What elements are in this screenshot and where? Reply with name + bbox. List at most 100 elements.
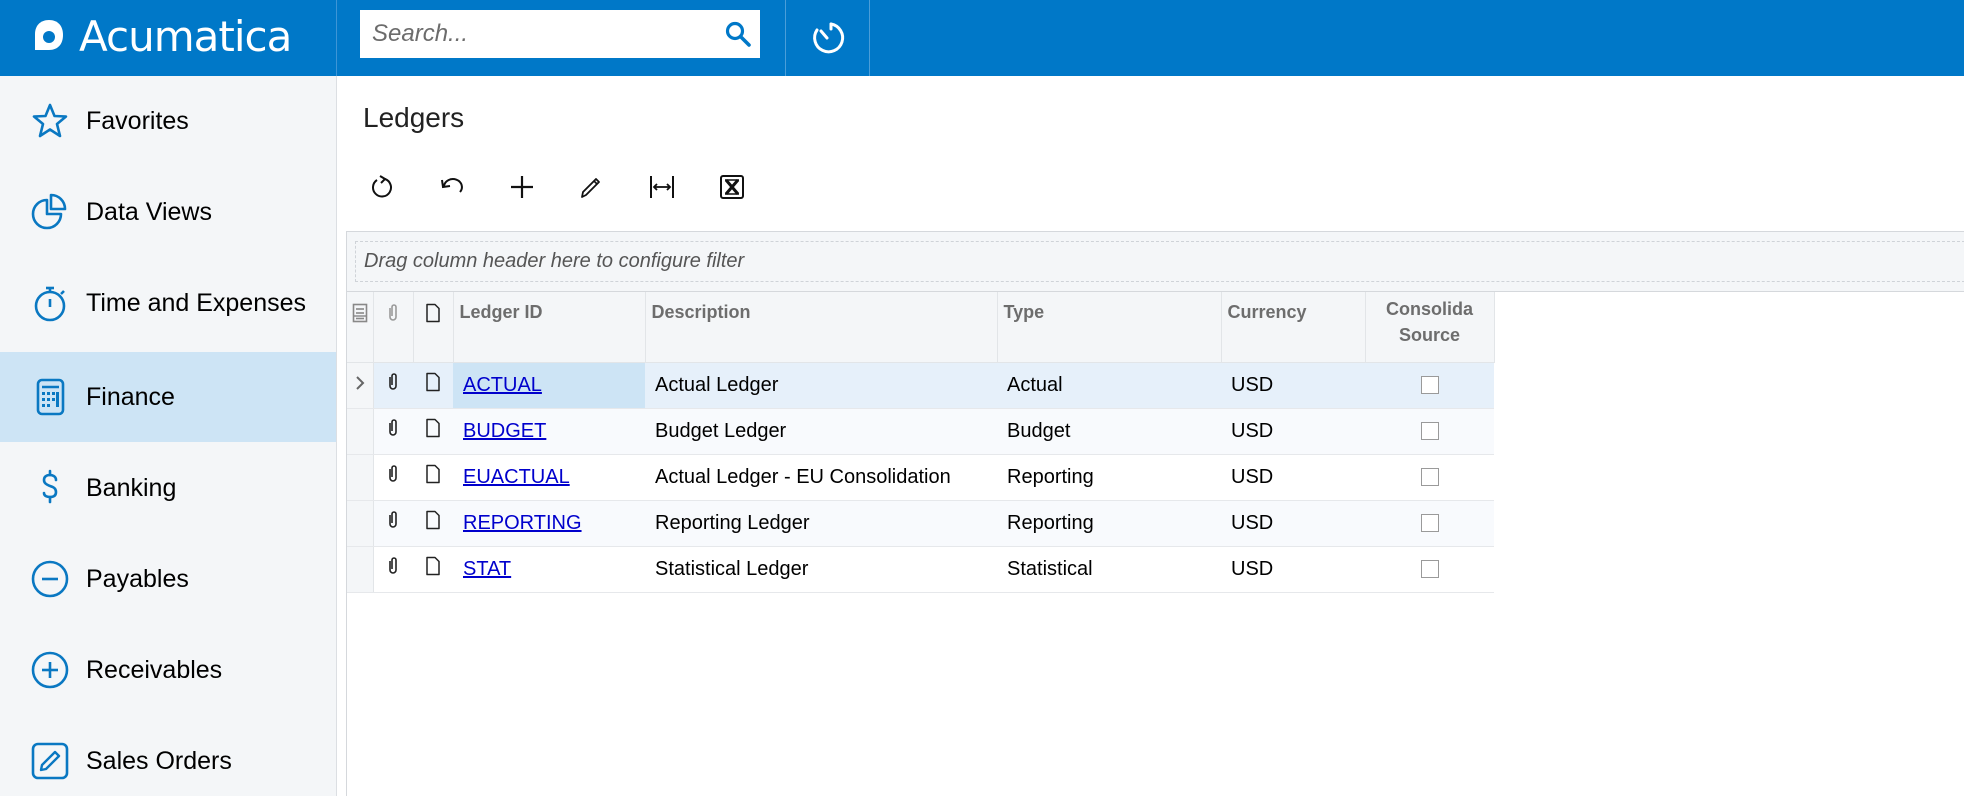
sidebar-item-payables[interactable]: Payables (0, 534, 336, 624)
row-attachment-cell[interactable] (373, 362, 413, 409)
row-note-cell[interactable] (413, 454, 453, 501)
ledger-id-link[interactable]: BUDGET (463, 420, 546, 442)
row-indicator[interactable] (347, 500, 374, 547)
currency-cell: USD (1221, 408, 1365, 455)
sidebar-item-sales-orders[interactable]: Sales Orders (0, 716, 336, 806)
undo-button[interactable] (432, 166, 472, 208)
ledger-id-link[interactable]: STAT (463, 558, 511, 580)
consolidation-source-checkbox[interactable] (1420, 514, 1439, 533)
table-row[interactable]: EUACTUAL Actual Ledger - EU Consolidatio… (347, 454, 1494, 501)
recent-history-button[interactable] (786, 0, 869, 76)
consolidation-source-cell (1365, 362, 1494, 409)
note-icon (426, 304, 440, 323)
ledger-id-link[interactable]: ACTUAL (463, 374, 542, 396)
paperclip-icon (389, 419, 398, 436)
table-row[interactable]: BUDGET Budget Ledger Budget USD (347, 408, 1494, 455)
sidebar: Favorites Data Views Time and Expenses F… (0, 76, 337, 796)
row-note-cell[interactable] (413, 500, 453, 547)
table-row[interactable]: ACTUAL Actual Ledger Actual USD (347, 362, 1494, 409)
row-note-cell[interactable] (413, 408, 453, 455)
sidebar-item-finance[interactable]: Finance (0, 352, 336, 442)
edit-button[interactable] (571, 166, 611, 208)
brand-logo[interactable]: Acumatica (0, 0, 337, 76)
add-button[interactable] (502, 166, 542, 208)
consolidation-source-checkbox[interactable] (1420, 560, 1439, 579)
fit-columns-button[interactable] (642, 166, 682, 208)
main-content: Ledgers Drag column header here to confi… (338, 76, 1964, 796)
table-header-row: Ledger ID Description Type Currency Cons… (347, 292, 1495, 363)
acumatica-logo-icon (35, 20, 63, 50)
fit-columns-icon (650, 176, 674, 198)
note-icon (426, 510, 440, 530)
sidebar-item-receivables[interactable]: Receivables (0, 625, 336, 715)
column-header-type[interactable]: Type (997, 292, 1222, 363)
column-header-ledger-id[interactable]: Ledger ID (453, 292, 646, 363)
export-excel-button[interactable] (712, 166, 752, 208)
undo-icon (441, 178, 463, 193)
ledger-id-cell: ACTUAL (453, 362, 645, 409)
note-icon (426, 418, 440, 438)
filter-drop-zone[interactable]: Drag column header here to configure fil… (355, 241, 1964, 282)
note-icon (426, 464, 440, 484)
attachments-column-header[interactable] (373, 292, 414, 363)
brand-name: Acumatica (79, 12, 292, 61)
table-row[interactable]: STAT Statistical Ledger Statistical USD (347, 546, 1494, 593)
row-indicator[interactable] (347, 408, 374, 455)
search-icon[interactable] (724, 20, 752, 48)
type-cell: Reporting (997, 500, 1221, 547)
edit-square-icon (28, 739, 72, 783)
row-indicator[interactable] (347, 454, 374, 501)
star-icon (28, 99, 72, 143)
description-cell: Actual Ledger (645, 362, 997, 409)
ledgers-table: Ledger ID Description Type Currency Cons… (347, 292, 1495, 593)
column-header-description[interactable]: Description (645, 292, 998, 363)
row-attachment-cell[interactable] (373, 546, 413, 593)
ledger-id-cell: EUACTUAL (453, 454, 645, 501)
paperclip-icon (389, 465, 398, 482)
search-input[interactable] (360, 10, 710, 58)
note-icon (426, 372, 440, 392)
row-indicator[interactable] (347, 546, 374, 593)
consolidation-source-checkbox[interactable] (1420, 376, 1439, 395)
notes-column-header[interactable] (413, 292, 454, 363)
stopwatch-icon (28, 281, 72, 325)
row-indicator[interactable] (347, 362, 374, 409)
consolidation-source-cell (1365, 546, 1494, 593)
description-cell: Reporting Ledger (645, 500, 997, 547)
row-note-cell[interactable] (413, 546, 453, 593)
row-attachment-cell[interactable] (373, 454, 413, 501)
refresh-button[interactable] (362, 166, 402, 208)
sidebar-item-time-and-expenses[interactable]: Time and Expenses (0, 258, 336, 348)
dollar-icon (28, 466, 72, 510)
consolidation-source-cell (1365, 454, 1494, 501)
search-box[interactable] (360, 10, 760, 58)
table-row[interactable]: REPORTING Reporting Ledger Reporting USD (347, 500, 1494, 547)
refresh-icon (372, 175, 392, 198)
row-note-cell[interactable] (413, 362, 453, 409)
description-cell: Statistical Ledger (645, 546, 997, 593)
column-header-currency[interactable]: Currency (1221, 292, 1366, 363)
ledger-id-cell: BUDGET (453, 408, 645, 455)
paperclip-icon (389, 304, 397, 321)
note-icon (426, 556, 440, 576)
currency-cell: USD (1221, 362, 1365, 409)
description-cell: Actual Ledger - EU Consolidation (645, 454, 997, 501)
export-excel-icon (720, 175, 744, 199)
row-attachment-cell[interactable] (373, 500, 413, 547)
column-selector-header[interactable] (347, 292, 374, 363)
sidebar-item-favorites[interactable]: Favorites (0, 76, 336, 166)
ledger-id-link[interactable]: EUACTUAL (463, 466, 570, 488)
consolidation-source-checkbox[interactable] (1420, 468, 1439, 487)
paperclip-icon (389, 557, 398, 574)
ledger-id-link[interactable]: REPORTING (463, 512, 582, 534)
description-cell: Budget Ledger (645, 408, 997, 455)
sidebar-item-banking[interactable]: Banking (0, 443, 336, 533)
column-header-consolidation-source[interactable]: Consolida Source (1365, 292, 1495, 363)
currency-cell: USD (1221, 500, 1365, 547)
sidebar-item-data-views[interactable]: Data Views (0, 167, 336, 257)
consolidation-source-checkbox[interactable] (1420, 422, 1439, 441)
page-title: Ledgers (363, 102, 465, 133)
row-attachment-cell[interactable] (373, 408, 413, 455)
ledger-id-cell: REPORTING (453, 500, 645, 547)
history-clock-icon (812, 22, 844, 54)
